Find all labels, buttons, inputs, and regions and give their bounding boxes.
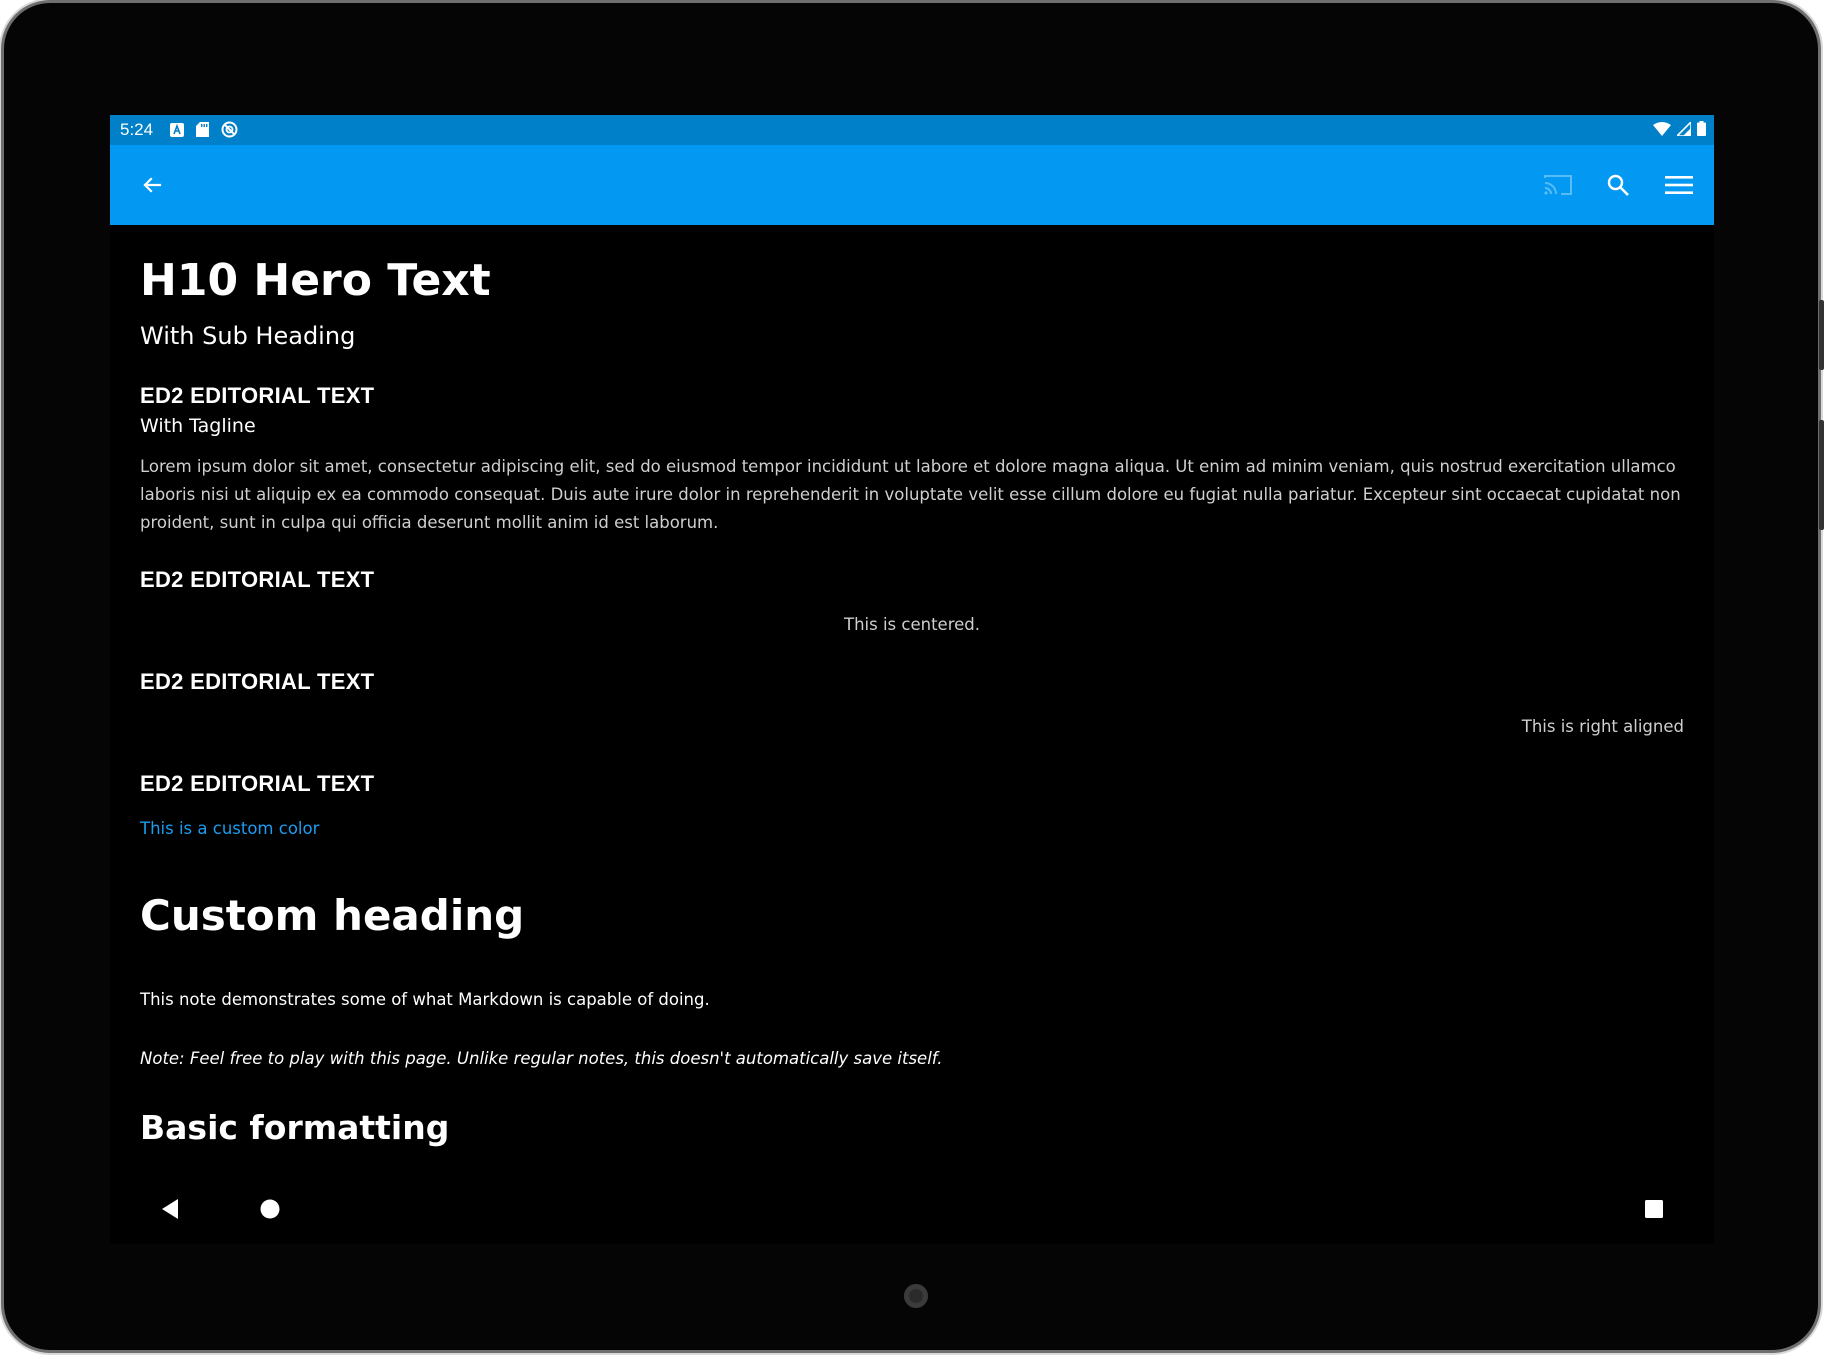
power-button	[1819, 420, 1824, 530]
custom-color-text: This is a custom color	[140, 819, 320, 838]
centered-text: This is centered.	[844, 615, 980, 634]
nav-recents-button[interactable]	[1634, 1189, 1674, 1229]
editorial-title: ED2 EDITORIAL TEXT	[140, 567, 375, 592]
hero-subheading: With Sub Heading	[140, 322, 356, 350]
nav-back-button[interactable]	[150, 1189, 190, 1229]
battery-icon	[1697, 121, 1706, 136]
editorial-title: ED2 EDITORIAL TEXT	[140, 771, 375, 796]
italic-note: Note: Feel free to play with this page. …	[140, 1049, 943, 1068]
hero-title: H10 Hero Text	[140, 255, 491, 306]
markdown-note: This note demonstrates some of what Mark…	[140, 990, 710, 1009]
custom-heading: Custom heading	[140, 891, 525, 940]
lorem-ipsum-paragraph: Lorem ipsum dolor sit amet, consectetur …	[140, 457, 1681, 532]
right-aligned-text: This is right aligned	[1521, 717, 1684, 736]
editorial-title: ED2 EDITORIAL TEXT	[140, 669, 375, 694]
basic-formatting-heading: Basic formatting	[140, 1108, 450, 1147]
editorial-title: ED2 EDITORIAL TEXT	[140, 383, 375, 408]
editorial-tagline: With Tagline	[140, 415, 256, 437]
navigation-bar	[110, 1175, 1714, 1244]
nav-home-icon	[260, 1199, 280, 1219]
nav-back-icon	[162, 1199, 178, 1219]
screen: 5:24 H10 Hero Text With Sub Heading ED2 …	[110, 115, 1714, 1244]
volume-button	[1819, 300, 1824, 370]
content-area: H10 Hero Text With Sub Heading ED2 EDITO…	[140, 115, 1684, 1175]
nav-home-button[interactable]	[250, 1189, 290, 1229]
nav-recents-icon	[1645, 1200, 1663, 1218]
front-camera	[904, 1284, 928, 1308]
